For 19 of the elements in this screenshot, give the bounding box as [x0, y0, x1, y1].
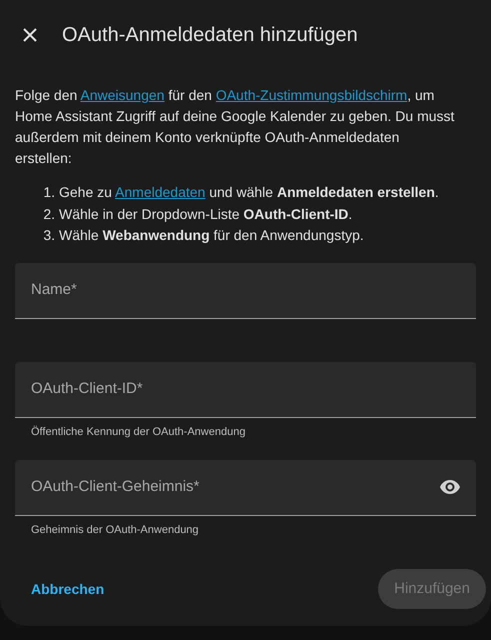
link[interactable]: OAuth-Zustimmungsbildschirm: [216, 87, 408, 103]
input-field[interactable]: Name*: [15, 262, 476, 318]
input-field[interactable]: OAuth-Client-ID*: [15, 362, 476, 418]
dialog-title: OAuth-Anmeldedaten hinzufügen: [62, 23, 358, 47]
instruction-step: Wähle Webanwendung für den Anwendungstyp.: [59, 225, 364, 246]
instruction-step: Gehe zu Anmeldedaten und wähle Anmeldedaten erstellen.: [59, 182, 439, 204]
input-field[interactable]: OAuth-Client-Geheimnis*: [15, 460, 476, 516]
cancel-button[interactable]: Abbrechen: [15, 570, 120, 608]
close-icon: [22, 27, 38, 43]
helper-text: Geheimnis der OAuth-Anwendung: [30, 522, 200, 538]
description-text: Folge den Anweisungen für den OAuth-Zustimmungsbildschirm, um Home Assistant Zugriff auf deine Google Kalender zu geben. Du musst außerdem mit deinem Konto verknüpfte OAuth-Anmeldedaten erstellen:: [15, 86, 456, 168]
helper-text: Öffentliche Kennung der OAuth-Anwendung: [30, 424, 246, 440]
show-password-icon[interactable]: [440, 480, 460, 494]
step-number: 1.: [42, 183, 55, 202]
link[interactable]: Anweisungen: [80, 87, 164, 103]
instruction-step: Wähle in der Dropdown-Liste OAuth-Client-ID.: [59, 204, 352, 225]
link[interactable]: Anmeldedaten: [115, 184, 206, 200]
step-number: 3.: [42, 226, 55, 245]
step-number: 2.: [42, 204, 55, 224]
